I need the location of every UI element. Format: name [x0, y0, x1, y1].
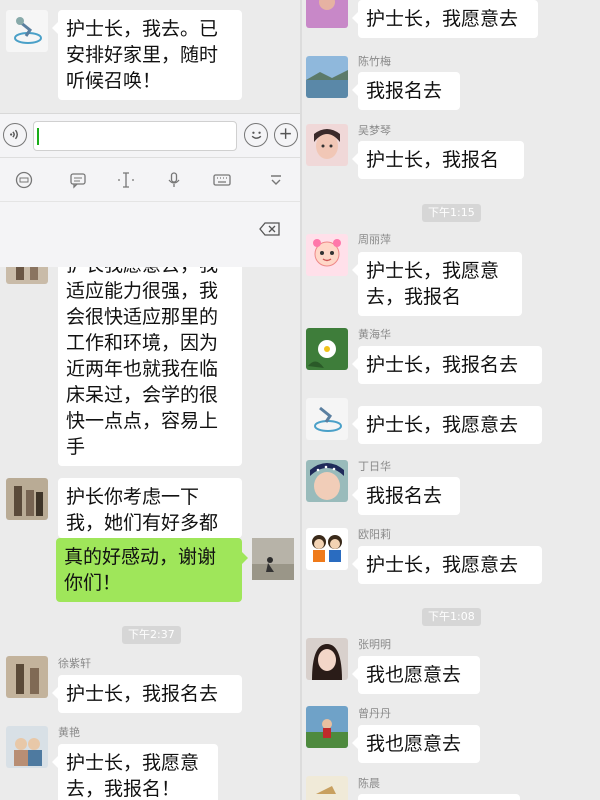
sender-name-text: 吴梦琴	[358, 124, 391, 137]
chat-screenshot-left: 护士长，我去。已安排好家里，随时听候召唤！ 护长我愿意去，我适应能力很强，我会很…	[0, 0, 300, 800]
cursor-icon[interactable]	[116, 170, 136, 190]
chat-bubble: 我报名去	[352, 72, 460, 110]
chat-bubble: 护士长，我愿意去	[352, 0, 538, 38]
time-label: 下午2:37	[128, 628, 175, 641]
message-text: 护士长，我报名	[366, 149, 500, 171]
sender-name: 徐紫轩	[58, 657, 91, 671]
chat-bubble	[358, 794, 520, 800]
message-input[interactable]	[33, 121, 237, 151]
avatar[interactable]	[6, 10, 48, 52]
chat-bubble: 我报名去	[352, 477, 460, 515]
message-text: 护士长，我报名去	[66, 683, 219, 705]
plus-icon[interactable]	[274, 123, 298, 147]
time-label: 下午1:08	[428, 610, 475, 623]
emoji-icon[interactable]	[244, 123, 268, 147]
input-panel	[0, 113, 300, 267]
chat-bubble: 护士长，我愿意去，我报名	[352, 252, 522, 316]
avatar[interactable]	[306, 328, 348, 370]
keyboard-icon[interactable]	[212, 170, 232, 190]
chat-bubble: 护士长，我愿意去	[352, 406, 542, 444]
text-caret	[37, 128, 39, 145]
emoji-keyboard-icon[interactable]	[14, 170, 34, 190]
message-text: 护长你考虑一下我，她们有好多都	[66, 486, 219, 534]
message-text: 护士长，我愿意去	[366, 414, 519, 436]
sender-name-text: 曾丹丹	[358, 707, 391, 720]
sender-name-text: 徐紫轩	[58, 657, 91, 670]
sender-name: 丁日华	[358, 460, 391, 474]
sender-name: 陈竹梅	[358, 55, 391, 69]
sender-name-text: 陈晨	[358, 777, 380, 790]
avatar[interactable]	[306, 706, 348, 748]
message-text: 我报名去	[366, 80, 443, 102]
avatar[interactable]	[306, 234, 348, 276]
chat-bubble: 护士长，我报名去	[352, 346, 542, 384]
self-chat-bubble: 真的好感动，谢谢你们！	[56, 538, 248, 602]
voice-icon[interactable]	[3, 123, 27, 147]
avatar[interactable]	[6, 726, 48, 768]
message-text: 护士长，我去。已安排好家里，随时听候召唤！	[66, 18, 219, 92]
chat-bubble: 护长我愿意去，我适应能力很强，我会很快适应那里的工作和环境，因为近两年也就我在临…	[52, 242, 242, 466]
self-avatar[interactable]	[252, 538, 294, 580]
avatar[interactable]	[306, 124, 348, 166]
message-text: 护士长，我愿意去，我报名	[366, 260, 500, 308]
microphone-icon[interactable]	[164, 170, 184, 190]
sender-name: 曾丹丹	[358, 707, 391, 721]
avatar[interactable]	[306, 0, 348, 28]
sender-name: 黄艳	[58, 726, 80, 740]
sender-name: 陈晨	[358, 777, 380, 791]
message-text: 护长我愿意去，我适应能力很强，我会很快适应那里的工作和环境，因为近两年也就我在临…	[66, 254, 219, 458]
avatar[interactable]	[6, 656, 48, 698]
time-badge: 下午1:15	[422, 204, 481, 222]
chat-bubble: 护士长，我报名去	[52, 675, 242, 713]
avatar[interactable]	[306, 398, 348, 440]
avatar[interactable]	[306, 56, 348, 98]
sender-name-text: 丁日华	[358, 460, 391, 473]
chat-bubble: 我也愿意去	[352, 725, 480, 763]
avatar[interactable]	[306, 776, 348, 800]
sender-name-text: 欧阳莉	[358, 528, 391, 541]
sender-name-text: 周丽萍	[358, 233, 391, 246]
avatar[interactable]	[306, 638, 348, 680]
sender-name-text: 张明明	[358, 638, 391, 651]
time-badge: 下午2:37	[122, 626, 181, 644]
chat-bubble: 护士长，我报名	[352, 141, 524, 179]
chat-bubble: 护士长，我愿意去，我报名！	[52, 744, 218, 800]
avatar[interactable]	[306, 528, 348, 570]
time-badge: 下午1:08	[422, 608, 481, 626]
sender-name: 黄海华	[358, 328, 391, 342]
message-text: 护士长，我愿意去	[366, 8, 519, 30]
message-text: 护士长，我愿意去	[366, 554, 519, 576]
sender-name-text: 黄艳	[58, 726, 80, 739]
sender-name-text: 黄海华	[358, 328, 391, 341]
time-label: 下午1:15	[428, 206, 475, 219]
sender-name: 周丽萍	[358, 233, 391, 247]
message-text: 护士长，我报名去	[366, 354, 519, 376]
sender-name-text: 陈竹梅	[358, 55, 391, 68]
sender-name: 欧阳莉	[358, 528, 391, 542]
message-text: 真的好感动，谢谢你们！	[64, 546, 217, 594]
collapse-icon[interactable]	[266, 170, 286, 190]
chat-bubble: 护士长，我愿意去	[352, 546, 542, 584]
backspace-icon[interactable]	[258, 221, 282, 237]
chat-bubble: 护长你考虑一下我，她们有好多都	[58, 478, 242, 538]
sender-name: 吴梦琴	[358, 124, 391, 138]
sender-name: 张明明	[358, 638, 391, 652]
avatar[interactable]	[6, 478, 48, 520]
message-icon[interactable]	[68, 170, 88, 190]
chat-bubble: 护士长，我去。已安排好家里，随时听候召唤！	[52, 10, 242, 100]
input-bar	[0, 114, 300, 158]
avatar[interactable]	[306, 460, 348, 502]
input-toolbar	[0, 158, 300, 202]
message-text: 我也愿意去	[366, 733, 462, 755]
message-text: 我报名去	[366, 485, 443, 507]
chat-bubble: 我也愿意去	[352, 656, 480, 694]
message-text: 我也愿意去	[366, 664, 462, 686]
chat-screenshot-right: 护士长，我愿意去 陈竹梅 我报名去 吴梦琴 护士长，我报名 下午1:15 周丽萍…	[302, 0, 600, 800]
message-text: 护士长，我愿意去，我报名！	[66, 752, 200, 800]
